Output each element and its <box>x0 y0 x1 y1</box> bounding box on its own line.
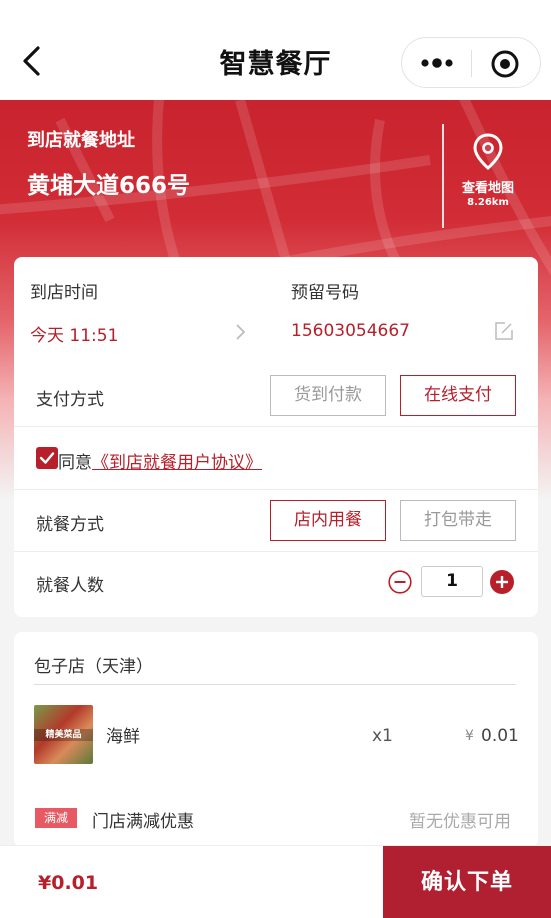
divider <box>14 426 538 427</box>
edit-icon[interactable] <box>494 321 514 341</box>
discount-badge: 满减 <box>35 808 77 828</box>
address-divider <box>442 124 444 228</box>
address-label: 到店就餐地址 <box>27 130 135 151</box>
order-settings-card: 到店时间 今天 11:51 预留号码 15603054667 支付方式 货到付款… <box>14 257 538 617</box>
payment-label: 支付方式 <box>36 390 104 410</box>
price-currency: ¥ <box>465 728 474 744</box>
arrival-time-value[interactable]: 今天 11:51 <box>30 321 118 346</box>
chevron-right-icon[interactable] <box>234 323 246 341</box>
view-map-label: 查看地图 <box>461 181 514 196</box>
capsule-divider <box>471 50 472 77</box>
checkbox-checked-icon[interactable] <box>36 447 58 469</box>
discount-value: 暂无优惠可用 <box>409 812 511 832</box>
minus-circle-icon[interactable] <box>388 570 412 594</box>
arrival-time-label: 到店时间 <box>30 283 98 303</box>
dish-price: 0.01 <box>481 726 519 746</box>
distance-text: 8.26km <box>467 197 509 208</box>
dish-name: 海鲜 <box>106 727 140 747</box>
map-pin-icon <box>473 133 503 170</box>
plus-circle-icon[interactable] <box>490 570 514 594</box>
diners-count-input[interactable]: 1 <box>421 566 483 597</box>
dining-mode-label: 就餐方式 <box>36 515 104 535</box>
order-items-card: 包子店（天津） 精美菜品 海鲜 x1 ¥ 0.01 满减 门店满减优惠 暂无优惠… <box>14 632 538 847</box>
divider <box>14 489 538 490</box>
takeaway-button[interactable]: 打包带走 <box>400 500 516 541</box>
address-value: 黄埔大道666号 <box>27 173 191 199</box>
agreement-link[interactable]: 《到店就餐用户协议》 <box>92 453 262 473</box>
dine-in-button[interactable]: 店内用餐 <box>270 500 386 541</box>
mini-program-capsule <box>401 37 541 88</box>
confirm-order-button[interactable]: 确认下单 <box>383 846 551 918</box>
view-map-button[interactable]: 查看地图 8.26km <box>452 132 524 214</box>
phone-value[interactable]: 15603054667 <box>291 321 410 341</box>
agreement-prefix: 同意 <box>58 453 92 473</box>
phone-label: 预留号码 <box>291 283 359 303</box>
store-name: 包子店（天津） <box>34 657 153 677</box>
discount-label: 门店满减优惠 <box>92 812 194 832</box>
dish-quantity: x1 <box>372 726 393 746</box>
checkout-bar: ¥0.01 确认下单 <box>0 845 551 918</box>
nav-bar: 智慧餐厅 <box>0 0 551 100</box>
divider <box>34 684 516 685</box>
pay-on-delivery-button[interactable]: 货到付款 <box>270 375 386 416</box>
more-dots-icon[interactable] <box>416 50 458 76</box>
divider <box>14 551 538 552</box>
total-price: ¥0.01 <box>38 872 99 894</box>
pay-online-button[interactable]: 在线支付 <box>400 375 516 416</box>
target-circle-icon[interactable] <box>490 49 520 79</box>
agreement-text: 同意《到店就餐用户协议》 <box>58 448 262 473</box>
diners-label: 就餐人数 <box>36 576 104 596</box>
dish-thumbnail-caption: 精美菜品 <box>34 729 93 741</box>
dish-thumbnail: 精美菜品 <box>34 705 93 764</box>
